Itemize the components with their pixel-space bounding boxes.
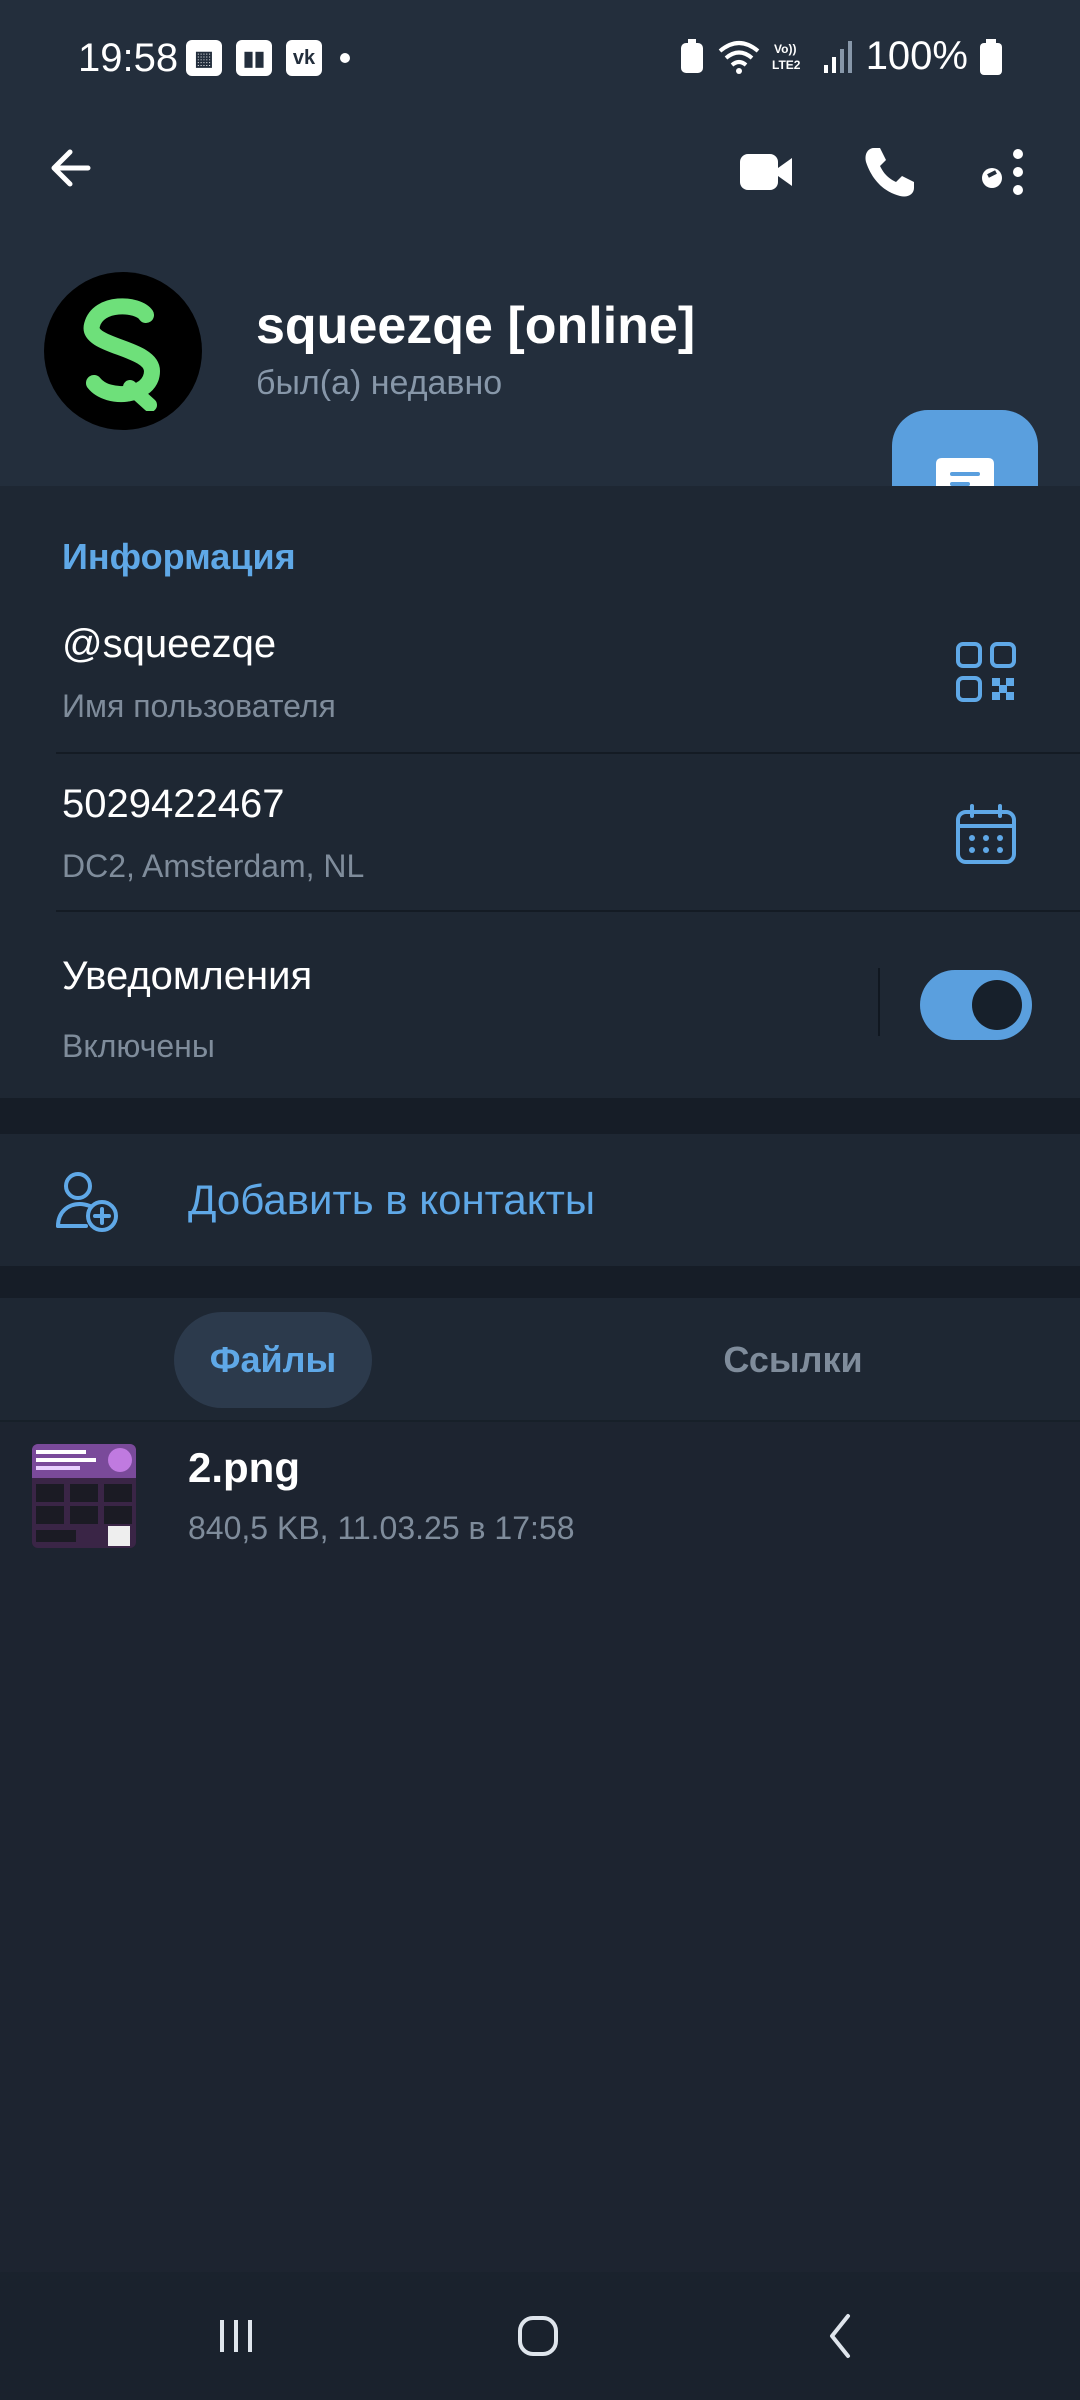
divider <box>56 910 1080 912</box>
signal-icon <box>823 40 852 73</box>
avatar-logo-icon <box>83 298 161 411</box>
battery-saver-icon <box>680 38 703 73</box>
notifications-toggle[interactable] <box>920 970 1032 1040</box>
username-label: Имя пользователя <box>62 688 336 724</box>
username-value[interactable]: @squeezqe <box>62 622 276 667</box>
svg-text:Vo)): Vo)) <box>774 42 796 56</box>
back-button[interactable] <box>44 140 100 196</box>
recent-apps-button[interactable] <box>200 2300 272 2372</box>
nav-back-icon <box>830 2314 850 2358</box>
tab-files[interactable]: Файлы <box>174 1312 372 1408</box>
twitch-icon: ▮▮ <box>236 40 272 76</box>
notifications-label[interactable]: Уведомления <box>62 954 312 999</box>
video-call-button[interactable] <box>734 140 798 204</box>
user-id-value[interactable]: 5029422467 <box>62 782 284 827</box>
avatar[interactable] <box>44 272 202 430</box>
battery-percent: 100% <box>865 34 968 78</box>
vk-icon: vk <box>286 40 322 76</box>
image-icon: ▦ <box>186 40 222 76</box>
home-icon <box>518 2316 558 2356</box>
section-gap <box>0 1098 1080 1134</box>
notifications-state: Включены <box>62 1028 215 1064</box>
home-button[interactable] <box>502 2300 574 2372</box>
toggle-knob <box>972 980 1022 1030</box>
nav-back-button[interactable] <box>804 2300 876 2372</box>
add-contact-label: Добавить в контакты <box>188 1176 596 1223</box>
more-button[interactable] <box>970 140 1034 204</box>
notification-icons: ▦ ▮▮ vk <box>186 40 350 76</box>
qr-code-icon[interactable] <box>954 640 1018 704</box>
section-gap <box>0 1266 1080 1298</box>
add-contact-icon <box>56 1172 118 1232</box>
status-time: 19:58 <box>78 36 179 80</box>
dot-icon <box>340 53 350 63</box>
tab-links[interactable]: Ссылки <box>690 1312 896 1408</box>
media-tabs <box>0 1298 1080 1422</box>
system-icons: Vo)) LTE2 100% <box>678 34 1002 79</box>
lte-icon: Vo)) LTE2 <box>772 42 801 72</box>
recent-apps-icon <box>220 2320 252 2352</box>
profile-name: squeezqe [online] <box>256 297 696 355</box>
svg-text:LTE2: LTE2 <box>772 58 801 72</box>
wifi-icon <box>718 40 759 74</box>
video-call-icon <box>740 154 792 190</box>
more-icon <box>982 149 1023 195</box>
divider <box>56 752 1080 754</box>
file-name: 2.png <box>188 1444 300 1491</box>
battery-icon <box>980 38 1002 75</box>
info-section-title: Информация <box>62 536 296 577</box>
file-meta: 840,5 KB, 11.03.25 в 17:58 <box>188 1510 575 1546</box>
vertical-separator <box>878 968 880 1036</box>
profile-status: был(а) недавно <box>256 364 503 402</box>
phone-icon <box>865 148 914 197</box>
file-thumbnail[interactable] <box>32 1444 136 1548</box>
datacenter-label: DC2, Amsterdam, NL <box>62 848 365 884</box>
calendar-icon[interactable] <box>954 802 1018 866</box>
phone-button[interactable] <box>858 140 922 204</box>
